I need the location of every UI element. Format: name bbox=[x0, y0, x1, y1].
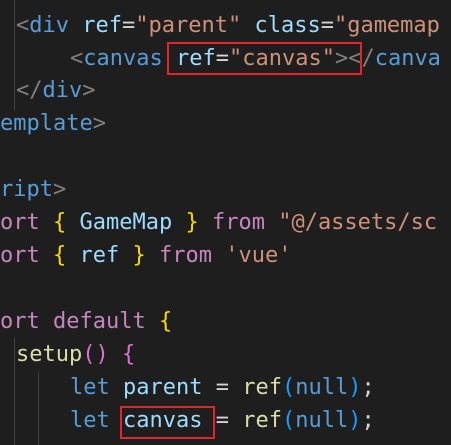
code-token: 'vue' bbox=[225, 243, 292, 268]
code-line-4: </div> bbox=[16, 74, 96, 107]
code-token: () bbox=[82, 342, 109, 367]
code-token: canvas bbox=[123, 408, 203, 433]
code-token: > bbox=[52, 177, 67, 202]
code-token: ref bbox=[242, 375, 282, 400]
code-token: emplate bbox=[0, 111, 93, 136]
code-token: ript bbox=[0, 177, 53, 202]
code-token: = bbox=[202, 375, 243, 400]
code-token: ( bbox=[281, 375, 296, 400]
code-token: } bbox=[185, 210, 199, 235]
code-token: canvas bbox=[83, 46, 163, 71]
code-token: "canvas" bbox=[228, 46, 335, 71]
code-line-7: ript> bbox=[0, 173, 66, 206]
indent-guide bbox=[38, 372, 39, 445]
code-line-14: let canvas = ref(null); bbox=[70, 404, 375, 437]
code-token: ( bbox=[281, 408, 296, 433]
code-token: </ bbox=[16, 78, 43, 103]
code-token: = bbox=[320, 13, 334, 38]
code-token: default bbox=[53, 309, 146, 334]
code-token: } bbox=[132, 243, 146, 268]
code-token: ort bbox=[0, 309, 40, 334]
code-line-9: ort { ref } from 'vue' bbox=[0, 239, 291, 272]
code-token: ref bbox=[175, 46, 216, 71]
code-token: parent bbox=[123, 375, 203, 400]
code-token: GameMap bbox=[79, 210, 173, 235]
code-token: < bbox=[16, 13, 30, 38]
code-token: let bbox=[70, 375, 110, 400]
code-token: "parent" bbox=[135, 13, 242, 38]
code-token: null bbox=[295, 408, 349, 433]
code-token: ) bbox=[348, 375, 362, 400]
code-token: from bbox=[211, 210, 265, 235]
code-token: ) bbox=[348, 408, 362, 433]
code-token: </ bbox=[348, 46, 375, 71]
code-token: ort bbox=[0, 243, 40, 268]
code-editor[interactable]: <div ref="parent" class="gamemap <canvas… bbox=[0, 0, 451, 445]
code-token: null bbox=[295, 375, 349, 400]
code-token: let bbox=[70, 408, 110, 433]
code-token: { bbox=[53, 210, 67, 235]
code-token: ref bbox=[82, 13, 122, 38]
code-token: ; bbox=[361, 375, 375, 400]
code-token: { bbox=[53, 243, 67, 268]
indent-guide bbox=[14, 338, 15, 445]
code-token: = bbox=[202, 408, 243, 433]
code-token: div bbox=[29, 13, 69, 38]
code-line-3: <canvas ref="canvas"></canva bbox=[70, 42, 441, 75]
code-line-12: setup() { bbox=[16, 338, 135, 371]
code-token: > bbox=[82, 78, 96, 103]
code-token: canva bbox=[374, 46, 441, 71]
code-token: = bbox=[215, 46, 229, 71]
code-token: ort bbox=[0, 210, 40, 235]
code-token: > bbox=[334, 46, 349, 71]
code-token: div bbox=[42, 78, 83, 103]
indent-guide bbox=[14, 0, 15, 110]
code-token: ; bbox=[361, 408, 375, 433]
code-token: = bbox=[122, 13, 136, 38]
code-line-11: ort default { bbox=[0, 305, 172, 338]
code-line-8: ort { GameMap } from "@/assets/sc bbox=[0, 206, 437, 239]
code-token: "gamemap bbox=[333, 13, 440, 38]
code-token: setup bbox=[16, 342, 83, 367]
code-token: from bbox=[159, 243, 212, 268]
code-token: "@/assets/sc bbox=[278, 210, 438, 235]
code-line-2: <div ref="parent" class="gamemap bbox=[16, 9, 440, 42]
code-token: { bbox=[158, 309, 173, 334]
code-token: < bbox=[70, 46, 84, 71]
code-token: > bbox=[92, 111, 106, 136]
code-line-13: let parent = ref(null); bbox=[70, 371, 375, 404]
code-token: ref bbox=[79, 243, 120, 268]
code-line-5: emplate> bbox=[0, 107, 106, 140]
code-token: ref bbox=[242, 408, 282, 433]
code-token: { bbox=[121, 342, 136, 367]
code-token: class bbox=[254, 13, 321, 38]
